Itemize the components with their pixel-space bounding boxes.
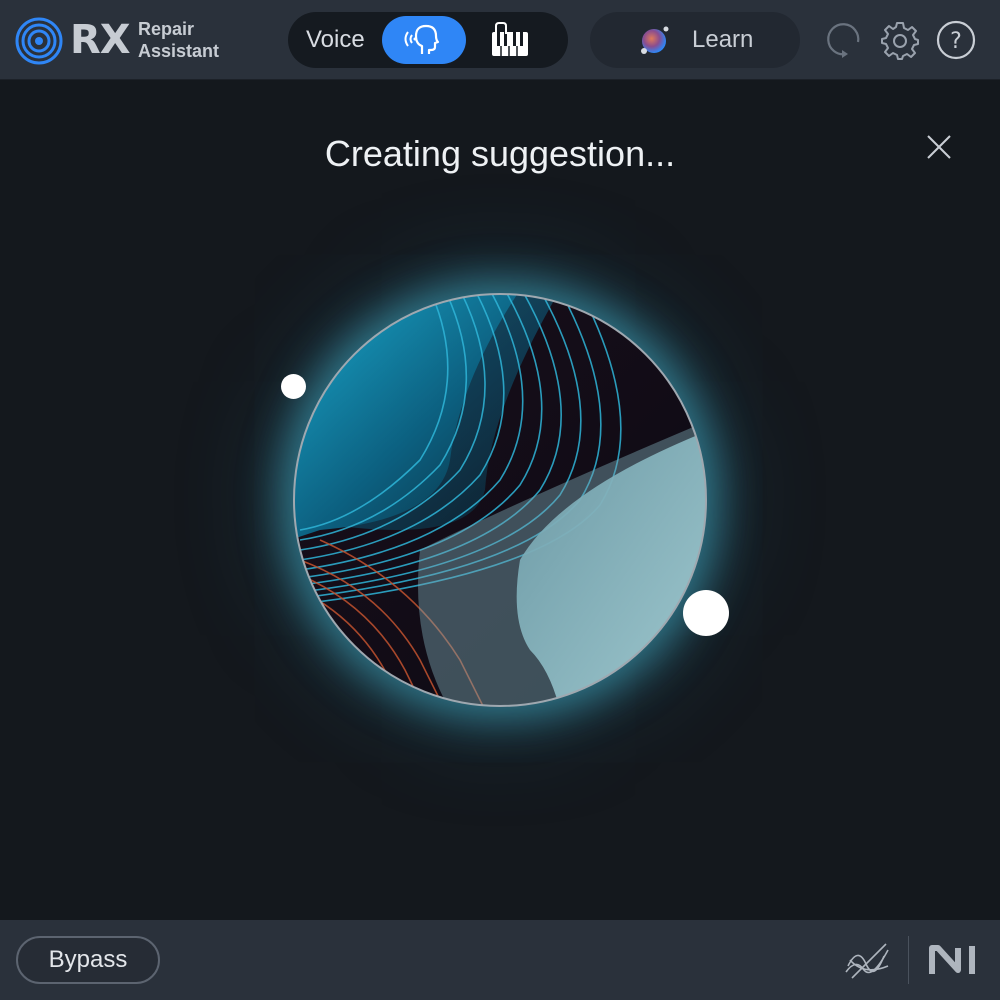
music-mode-button[interactable]: [488, 22, 532, 58]
orbit-dot-large: [683, 590, 729, 636]
redo-icon[interactable]: [824, 20, 864, 60]
native-instruments-logo: [929, 945, 975, 974]
learn-button[interactable]: Learn: [590, 12, 800, 68]
learn-label: Learn: [692, 26, 754, 53]
progress-orb: [260, 260, 740, 740]
footer-bar: Bypass: [0, 920, 1000, 1000]
orbit-dot-small: [281, 374, 306, 399]
izotope-logo: [845, 943, 889, 979]
close-button[interactable]: [920, 128, 958, 166]
voice-mode-button[interactable]: [382, 16, 466, 64]
voice-mode-label[interactable]: Voice: [306, 12, 365, 68]
main-panel: Creating suggestion...: [0, 80, 1000, 920]
footer-divider: [908, 936, 909, 984]
app-logo: RX Repair Assistant: [14, 14, 219, 66]
gear-icon[interactable]: [880, 20, 920, 60]
header-bar: RX Repair Assistant Voice Learn ?: [0, 0, 1000, 80]
speaking-head-icon: [404, 24, 440, 54]
logo-mark: RX: [70, 17, 131, 63]
status-title: Creating suggestion...: [324, 133, 676, 174]
logo-subtitle-line2: Assistant: [138, 41, 220, 61]
close-icon: [927, 135, 951, 159]
learn-orb-icon: [641, 26, 669, 54]
bypass-button[interactable]: Bypass: [16, 936, 160, 984]
rx-rings-icon: [15, 17, 63, 65]
svg-text:?: ?: [950, 29, 962, 54]
logo-subtitle: Repair Assistant: [138, 18, 219, 62]
instrument-keys-icon: [492, 22, 528, 56]
help-icon[interactable]: ?: [936, 20, 976, 60]
mode-switch[interactable]: Voice: [288, 12, 568, 68]
orb-visual: [293, 293, 707, 707]
logo-subtitle-line1: Repair: [138, 19, 195, 39]
